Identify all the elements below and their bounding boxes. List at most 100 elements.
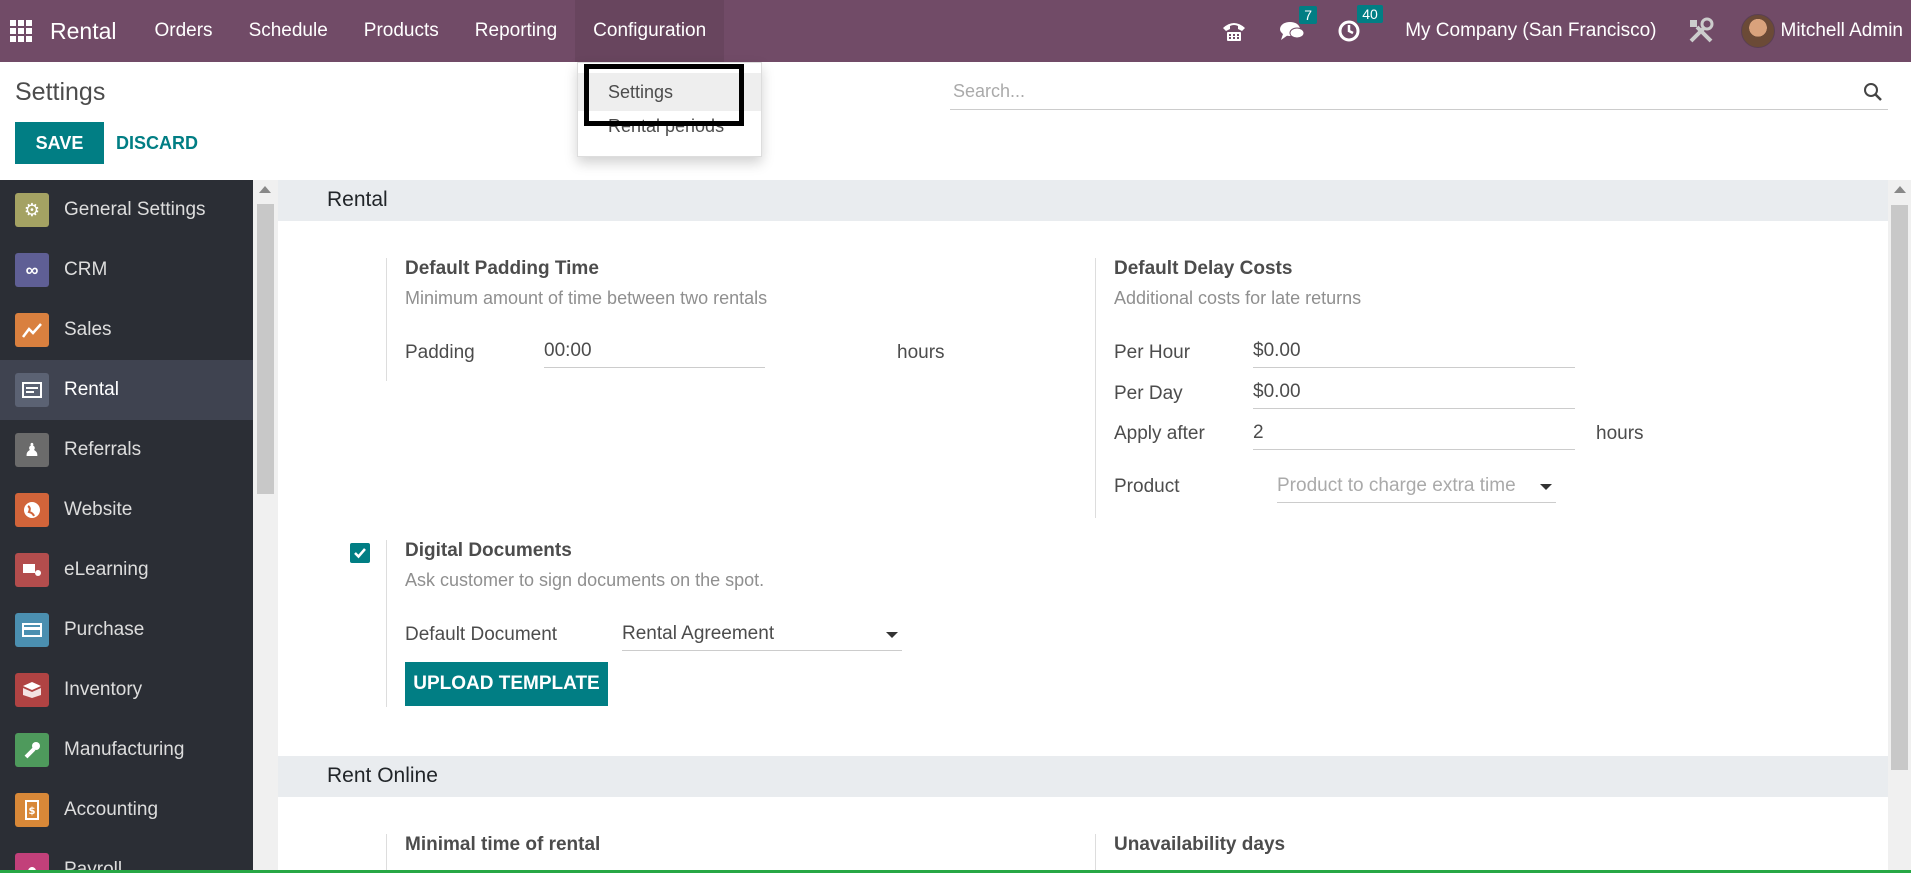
sidebar-item-manufacturing[interactable]: Manufacturing (0, 720, 253, 780)
chevron-down-icon (1540, 484, 1552, 490)
menu-configuration[interactable]: Configuration (575, 0, 725, 62)
sidebar-item-label: Manufacturing (64, 739, 185, 760)
discard-button[interactable]: DISCARD (104, 122, 210, 164)
user-menu[interactable]: Mitchell Admin (1781, 20, 1904, 42)
setting-description: Ask customer to sign documents on the sp… (405, 570, 765, 590)
wrench-icon (15, 733, 49, 767)
scrollbar-thumb[interactable] (257, 204, 274, 494)
save-button[interactable]: SAVE (15, 122, 104, 164)
scroll-up-arrow-icon[interactable] (1894, 186, 1906, 193)
sidebar-scrollbar[interactable] (253, 180, 278, 873)
apps-menu-icon[interactable] (2, 0, 40, 62)
default-document-value: Rental Agreement (622, 623, 775, 644)
dropdown-item-rental-periods[interactable]: Rental periods (578, 107, 761, 145)
page-title: Settings (15, 78, 106, 106)
apply-after-label: Apply after (1114, 423, 1205, 444)
padding-input[interactable]: 00:00 (544, 336, 765, 368)
settings-sidebar: ⚙ General Settings ∞ CRM Sales Rental ♟ … (0, 180, 253, 873)
scroll-up-arrow-icon[interactable] (259, 186, 271, 193)
sidebar-item-general-settings[interactable]: ⚙ General Settings (0, 180, 253, 240)
per-hour-input[interactable]: $0.00 (1253, 336, 1575, 368)
per-day-label: Per Day (1114, 383, 1183, 404)
digital-documents-checkbox[interactable] (350, 543, 370, 563)
phone-icon[interactable] (1221, 20, 1247, 42)
search-icon[interactable] (1858, 82, 1888, 102)
company-switcher[interactable]: My Company (San Francisco) (1405, 20, 1656, 42)
digital-documents-setting: Digital Documents Ask customer to sign d… (386, 540, 946, 707)
sidebar-item-label: Rental (64, 379, 119, 400)
menu-reporting[interactable]: Reporting (457, 0, 575, 62)
elearning-icon (15, 553, 49, 587)
unavailability-days-setting: Unavailability days (1095, 834, 1655, 873)
chart-icon (15, 313, 49, 347)
sidebar-item-referrals[interactable]: ♟ Referrals (0, 420, 253, 480)
dropdown-item-settings[interactable]: Settings (578, 73, 761, 111)
sidebar-item-elearning[interactable]: eLearning (0, 540, 253, 600)
sidebar-item-rental[interactable]: Rental (0, 360, 253, 420)
scrollbar-thumb[interactable] (1891, 205, 1908, 770)
globe-icon (15, 493, 49, 527)
sidebar-item-label: Inventory (64, 679, 143, 700)
sidebar-item-label: Referrals (64, 439, 142, 460)
user-avatar[interactable] (1740, 14, 1775, 48)
padding-unit: hours (897, 342, 945, 363)
sidebar-item-inventory[interactable]: Inventory (0, 660, 253, 720)
sidebar-item-payroll[interactable]: ● Payroll (0, 840, 253, 873)
sidebar-item-label: Purchase (64, 619, 145, 640)
card-icon (15, 613, 49, 647)
delay-costs-setting: Default Delay Costs Additional costs for… (1095, 258, 1655, 518)
sidebar-item-website[interactable]: Website (0, 480, 253, 540)
default-document-label: Default Document (405, 624, 558, 645)
menu-orders[interactable]: Orders (136, 0, 230, 62)
rental-icon (15, 373, 49, 407)
product-label: Product (1114, 476, 1180, 497)
padding-time-setting: Default Padding Time Minimum amount of t… (386, 258, 946, 381)
setting-title: Default Padding Time (405, 258, 599, 279)
sidebar-item-label: Accounting (64, 799, 159, 820)
systray: 7 40 My Company (San Francisco) Mitchell… (1205, 0, 1911, 62)
sidebar-item-purchase[interactable]: Purchase (0, 600, 253, 660)
search-input[interactable] (950, 81, 1858, 102)
setting-description: Additional costs for late returns (1114, 288, 1362, 308)
minimal-rental-time-setting: Minimal time of rental (386, 834, 946, 873)
chevron-down-icon (886, 632, 898, 638)
upload-template-button[interactable]: UPLOAD TEMPLATE (405, 662, 608, 706)
sidebar-item-crm[interactable]: ∞ CRM (0, 240, 253, 300)
debug-tools-icon[interactable] (1687, 17, 1715, 45)
messages-count-badge: 7 (1299, 6, 1317, 24)
sidebar-item-sales[interactable]: Sales (0, 300, 253, 360)
apply-after-unit: hours (1596, 423, 1644, 444)
setting-title: Unavailability days (1114, 834, 1286, 855)
settings-content: Rental Default Padding Time Minimum amou… (278, 180, 1888, 873)
sidebar-item-accounting[interactable]: $ Accounting (0, 780, 253, 840)
configuration-dropdown: Settings Rental periods (577, 62, 762, 157)
product-select[interactable]: Product to charge extra time (1277, 471, 1556, 503)
top-navbar: Rental Orders Schedule Products Reportin… (0, 0, 1911, 62)
setting-description: Minimum amount of time between two renta… (405, 288, 768, 308)
menu-products[interactable]: Products (346, 0, 457, 62)
activities-clock-icon[interactable]: 40 (1337, 5, 1383, 43)
setting-title: Default Delay Costs (1114, 258, 1293, 279)
section-title: Rent Online (327, 764, 438, 787)
referrals-icon: ♟ (15, 433, 49, 467)
search-bar (950, 74, 1888, 110)
section-title: Rental (327, 188, 388, 211)
sidebar-item-label: Website (64, 499, 133, 520)
sidebar-item-label: eLearning (64, 559, 149, 580)
apply-after-input[interactable]: 2 (1253, 418, 1575, 450)
per-hour-label: Per Hour (1114, 342, 1191, 363)
app-brand[interactable]: Rental (50, 18, 116, 45)
invoice-icon: $ (15, 793, 49, 827)
content-scrollbar[interactable] (1888, 180, 1911, 873)
gear-icon: ⚙ (15, 193, 49, 227)
setting-title: Digital Documents (405, 540, 572, 561)
messages-icon[interactable]: 7 (1279, 6, 1317, 42)
sidebar-item-label: General Settings (64, 199, 206, 220)
product-select-placeholder: Product to charge extra time (1277, 475, 1516, 496)
box-icon (15, 673, 49, 707)
per-day-input[interactable]: $0.00 (1253, 377, 1575, 409)
svg-text:$: $ (29, 806, 36, 817)
rent-online-section-header: Rent Online (278, 756, 1888, 797)
menu-schedule[interactable]: Schedule (231, 0, 346, 62)
default-document-select[interactable]: Rental Agreement (622, 619, 902, 651)
